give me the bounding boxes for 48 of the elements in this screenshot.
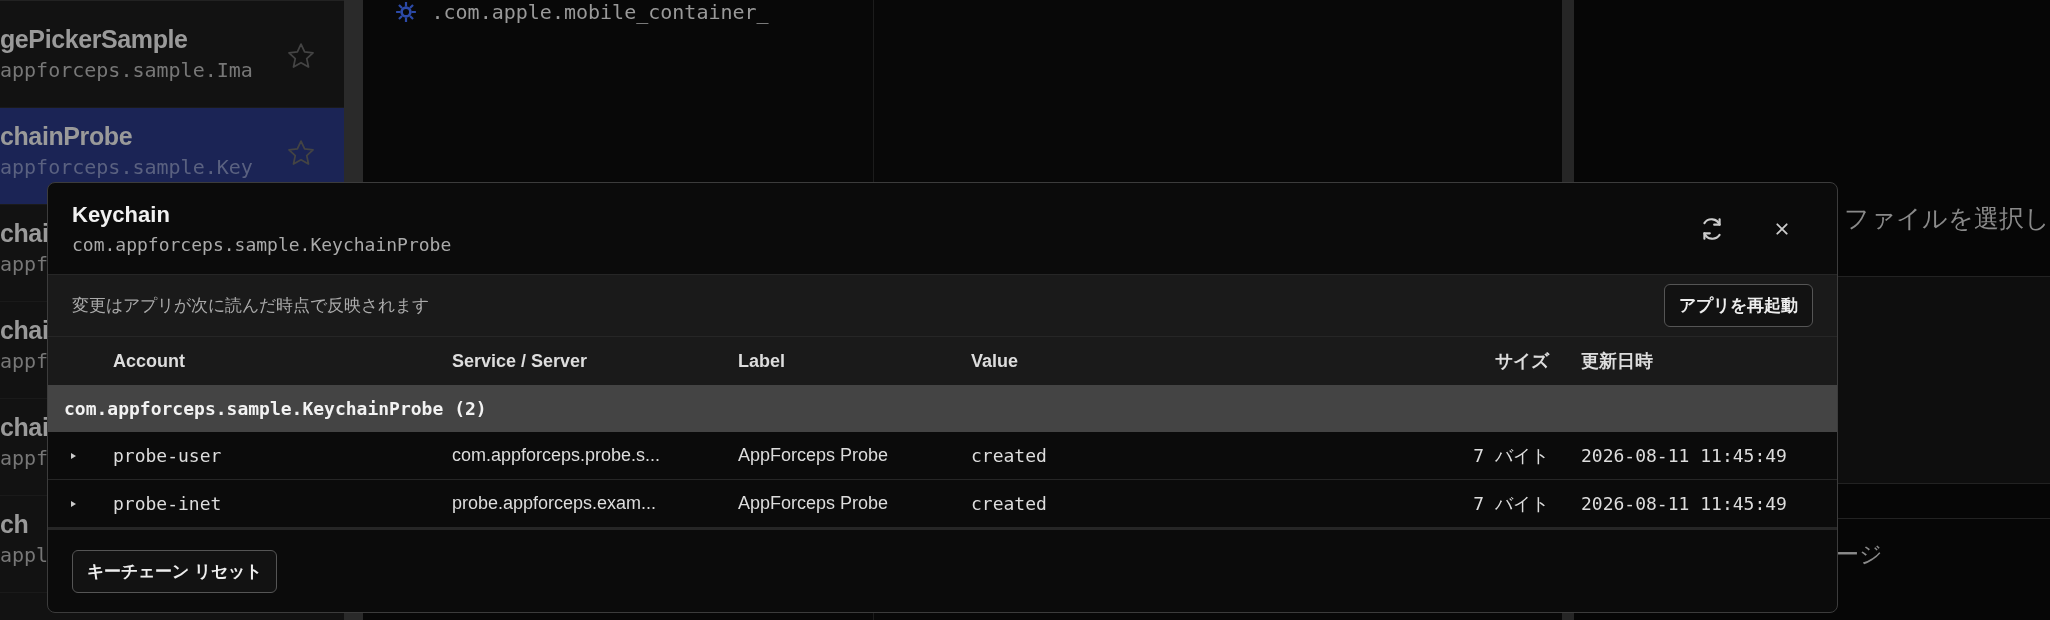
bundle-id: appforceps.sample.Ima [0,58,253,82]
gear-icon [395,1,418,23]
table-row[interactable]: probe-user com.appforceps.probe.s... AppForceps Probe created 7 バイト 2026-08-11 11:45:49 [48,432,1837,480]
table-cell-text: created [971,493,1048,514]
dialog-title: Keychain [72,202,171,228]
table-row[interactable]: probe-inet probe.appforceps.exam... AppForceps Probe created 7 バイト 2026-08-11 11:45:49 [48,480,1837,528]
table-cell-text: 7 バイト [1472,443,1549,468]
bundle-id: appf [0,349,49,373]
disclosure-triangle-icon[interactable] [68,498,78,509]
app-name: gePickerSample [0,25,189,54]
reset-keychain-button[interactable]: キーチェーン リセット [72,549,277,593]
star-icon[interactable] [285,41,316,71]
notice-text: 変更はアプリが次に読んだ時点で反映されます [72,295,429,317]
column-header[interactable]: サイズ [1468,349,1549,373]
column-header[interactable]: 更新日時 [1549,349,1837,373]
bundle-id: appf [0,446,49,470]
table-cell-text: com.appforceps.probe.s... [452,445,662,466]
table-cell-text: 2026-08-11 11:45:49 [1580,493,1788,514]
column-header[interactable]: Value [971,350,1468,372]
column-header[interactable]: Service / Server [452,350,738,372]
column-header[interactable]: Label [738,350,971,372]
column-header[interactable]: Account [113,350,452,372]
restart-app-button[interactable]: アプリを再起動 [1664,284,1813,327]
section-label: ージ [1836,541,1883,567]
table-cell-text: probe.appforceps.exam... [452,493,658,514]
empty-state-text: ファイルを選択し [1844,204,2050,232]
bundle-id: appforceps.sample.Key [0,155,253,179]
close-icon[interactable] [1775,221,1789,236]
star-icon[interactable] [285,138,316,168]
table-cell-text: probe-user [113,445,223,466]
bundle-id: appf [0,252,49,276]
app-name: chai [0,219,49,248]
group-label: com.appforceps.sample.KeychainProbe (2) [64,398,487,419]
app-name: chai [0,316,49,345]
table-cell-text: AppForceps Probe [738,445,890,466]
table-cell-text: created [971,445,1048,466]
dialog-subtitle: com.appforceps.sample.KeychainProbe [72,234,453,255]
table-cell-text: 7 バイト [1472,491,1549,516]
app-name: chainProbe [0,122,134,151]
table-cell-text: probe-inet [113,493,223,514]
app-name: ch [0,510,30,539]
table-cell-text: 2026-08-11 11:45:49 [1580,445,1788,466]
bundle-id: appl [0,543,49,567]
app-name: chai [0,413,49,442]
table-cell-text: AppForceps Probe [738,493,890,514]
disclosure-triangle-icon[interactable] [68,450,78,461]
file-path[interactable]: .com.apple.mobile_container_ [431,0,769,24]
group-header-row[interactable]: com.appforceps.sample.KeychainProbe (2) [48,385,1837,432]
